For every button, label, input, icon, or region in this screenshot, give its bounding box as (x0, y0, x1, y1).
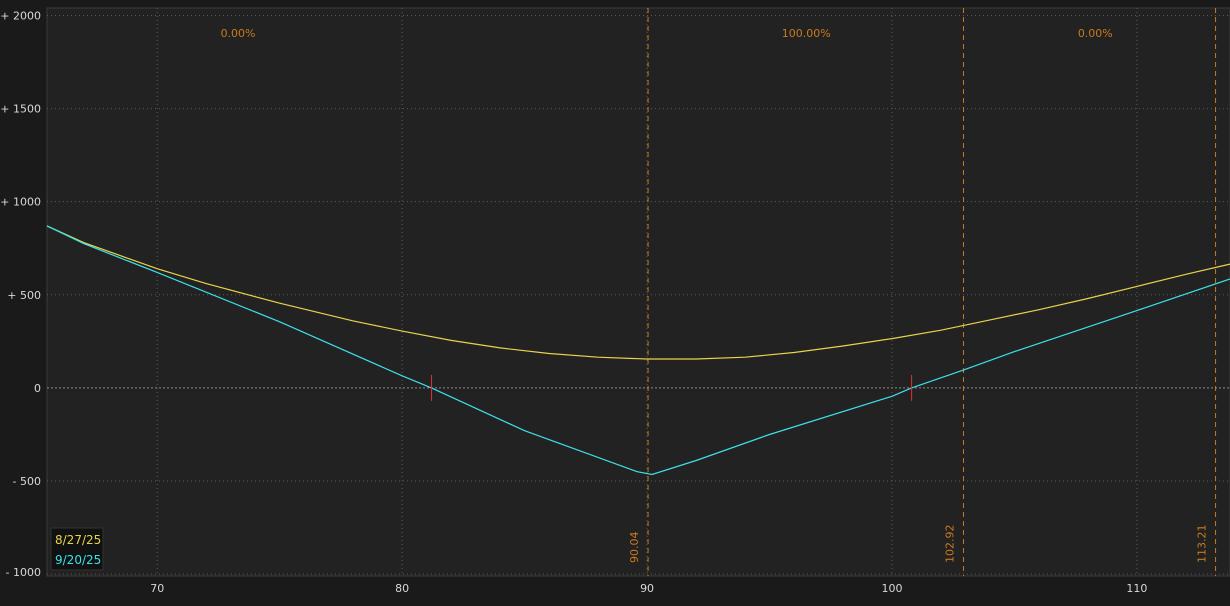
probability-label: 0.00% (221, 27, 256, 40)
y-tick-label: + 2000 (0, 9, 41, 22)
y-tick-label: + 1500 (0, 103, 41, 116)
y-tick-label: - 500 (13, 475, 41, 488)
x-tick-label: 70 (150, 582, 164, 595)
vertical-marker-label: 90.04 (628, 532, 641, 564)
x-tick-label: 90 (640, 582, 654, 595)
x-tick-label: 110 (1126, 582, 1147, 595)
y-tick-label: + 1000 (0, 196, 41, 209)
probability-label: 0.00% (1078, 27, 1113, 40)
legend: 8/27/25 9/20/25 (50, 527, 104, 571)
x-tick-label: 100 (882, 582, 903, 595)
legend-entry-2: 9/20/25 (55, 553, 101, 567)
y-tick-label: 0 (34, 382, 41, 395)
legend-entry-1: 8/27/25 (55, 533, 101, 547)
plot-background (46, 7, 1230, 577)
x-tick-label: 80 (395, 582, 409, 595)
y-tick-label: - 1000 (6, 566, 41, 579)
y-tick-label: + 500 (7, 289, 41, 302)
pnl-chart: 90.04 102.92 113.21 + 2000 + 1500 + 1000 + 50… (0, 7, 1230, 595)
vertical-marker-label: 102.92 (944, 525, 957, 564)
vertical-marker-label: 113.21 (1196, 525, 1209, 564)
probability-label: 100.00% (782, 27, 831, 40)
